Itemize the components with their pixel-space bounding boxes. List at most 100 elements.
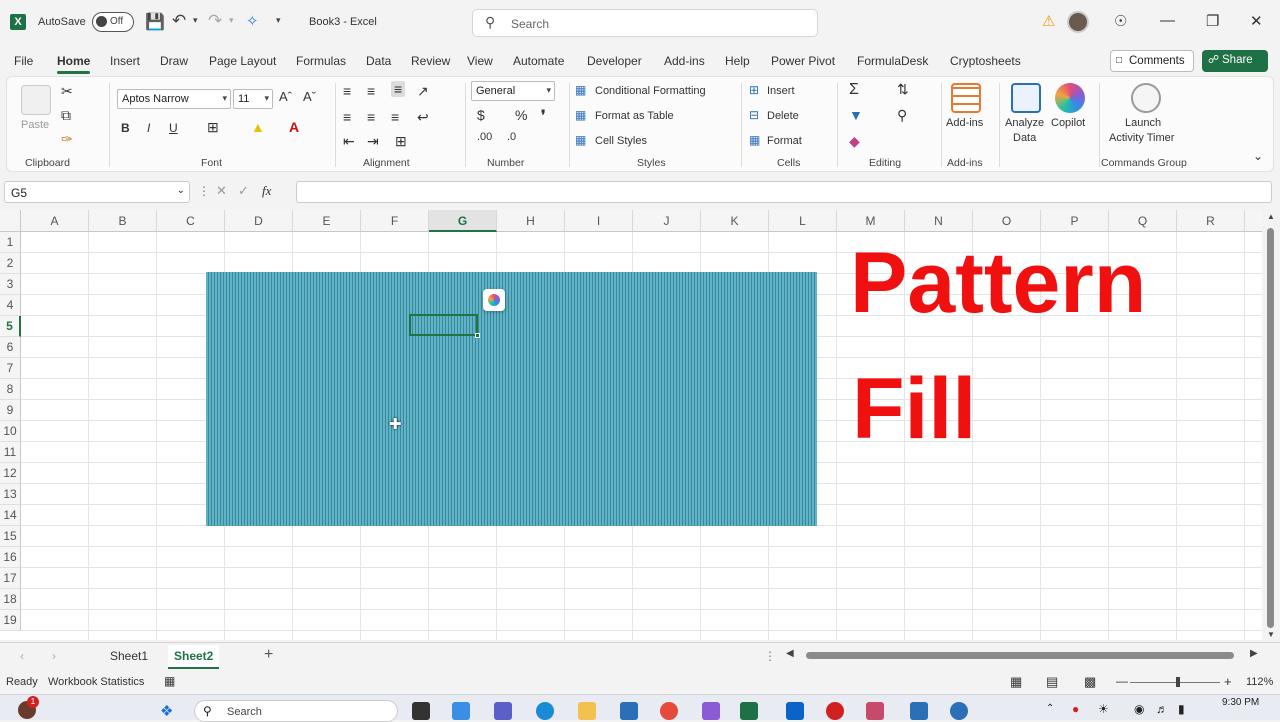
analyze-data-label-2[interactable]: Data — [1013, 132, 1036, 144]
page-break-view-icon[interactable]: ▩ — [1084, 674, 1096, 690]
format-as-table-icon[interactable]: ▦ — [575, 108, 586, 122]
column-header-d[interactable]: D — [225, 210, 293, 232]
chevron-up-icon[interactable]: ⌃ — [1046, 703, 1054, 714]
copilot-icon[interactable] — [1055, 83, 1085, 113]
minimize-button[interactable]: — — [1160, 12, 1175, 29]
paste-icon[interactable] — [21, 85, 51, 115]
tab-formuladesk[interactable]: FormulaDesk — [857, 54, 928, 68]
teams-classic-icon[interactable] — [866, 702, 884, 720]
zoom-out-icon[interactable]: — — [1116, 674, 1128, 688]
tab-insert[interactable]: Insert — [110, 54, 140, 68]
page-layout-view-icon[interactable]: ▤ — [1046, 674, 1058, 690]
copilot-floating-button[interactable] — [483, 289, 505, 311]
format-as-table-button[interactable]: Format as Table — [595, 110, 674, 122]
copilot-taskbar-icon[interactable] — [702, 702, 720, 720]
decrease-indent-icon[interactable]: ⇤ — [343, 133, 355, 150]
row-header-8[interactable]: 8 — [0, 379, 21, 400]
tab-draw[interactable]: Draw — [160, 54, 188, 68]
scroll-up-icon[interactable]: ▲ — [1267, 212, 1275, 221]
font-size-combo[interactable]: 11 ▾ — [233, 89, 273, 109]
file-explorer-icon[interactable] — [578, 702, 596, 720]
collapse-ribbon-icon[interactable]: ⌄ — [1253, 149, 1263, 163]
align-middle-icon[interactable]: ≡ — [367, 83, 375, 99]
restore-button[interactable]: ❐ — [1206, 12, 1219, 30]
column-header-g[interactable]: G — [429, 210, 497, 232]
autosum-icon[interactable]: Σ — [849, 81, 859, 99]
font-name-combo[interactable]: Aptos Narrow ▾ — [117, 89, 231, 109]
outlook-icon[interactable] — [786, 702, 804, 720]
row-header-5[interactable]: 5 — [0, 316, 21, 337]
format-cells-button[interactable]: Format — [767, 135, 802, 147]
bold-icon[interactable]: B — [121, 121, 130, 135]
align-bottom-icon[interactable]: ≡ — [391, 81, 406, 97]
conditional-formatting-button[interactable]: Conditional Formatting — [595, 85, 706, 97]
column-header-a[interactable]: A — [21, 210, 89, 232]
row-header-7[interactable]: 7 — [0, 358, 21, 379]
underline-icon[interactable]: U — [169, 121, 178, 135]
workbook-statistics[interactable]: Workbook Statistics — [48, 676, 144, 688]
activity-timer-label[interactable]: Activity Timer — [1109, 132, 1174, 144]
task-view-icon[interactable] — [412, 702, 430, 720]
scroll-left-icon[interactable]: ◀ — [786, 648, 794, 659]
decrease-decimal-icon[interactable]: .0 — [507, 131, 516, 143]
row-header-19[interactable]: 19 — [0, 610, 21, 631]
tab-power-pivot[interactable]: Power Pivot — [771, 54, 835, 68]
row-header-6[interactable]: 6 — [0, 337, 21, 358]
align-top-icon[interactable]: ≡ — [343, 83, 351, 99]
column-header-b[interactable]: B — [89, 210, 157, 232]
increase-font-icon[interactable]: Aˆ — [279, 89, 292, 104]
avatar[interactable] — [1067, 11, 1089, 33]
row-header-3[interactable]: 3 — [0, 274, 21, 295]
battery-icon[interactable]: ▮ — [1178, 702, 1185, 716]
zoom-level[interactable]: 112% — [1246, 676, 1273, 688]
zoom-slider[interactable] — [1130, 682, 1220, 683]
undo-dropdown-icon[interactable]: ▾ — [193, 15, 198, 26]
add-sheet-icon[interactable]: + — [264, 646, 273, 664]
fill-color-icon[interactable]: ▲ — [251, 119, 265, 135]
zoom-in-icon[interactable]: + — [1224, 674, 1232, 689]
insert-cells-button[interactable]: Insert — [767, 85, 795, 97]
column-header-q[interactable]: Q — [1109, 210, 1177, 232]
lightbulb-icon[interactable]: ☉ — [1114, 12, 1127, 30]
pattern-filled-range[interactable] — [206, 272, 817, 526]
activity-timer-icon[interactable] — [1131, 83, 1161, 113]
tray-icon[interactable]: ☀ — [1098, 702, 1109, 716]
tab-review[interactable]: Review — [411, 54, 450, 68]
close-button[interactable]: ✕ — [1250, 12, 1263, 30]
row-header-11[interactable]: 11 — [0, 442, 21, 463]
enter-icon[interactable]: ✓ — [238, 183, 249, 199]
merge-center-icon[interactable]: ⊞ — [395, 133, 407, 150]
borders-icon[interactable]: ⊞ — [207, 119, 219, 136]
edge-icon[interactable] — [536, 702, 554, 720]
column-header-k[interactable]: K — [701, 210, 769, 232]
undo-icon[interactable]: ↶ — [172, 11, 186, 31]
clear-icon[interactable]: ◆ — [849, 133, 860, 150]
comments-button[interactable]: □ Comments — [1110, 50, 1194, 72]
next-sheet-icon[interactable]: › — [52, 649, 56, 663]
copilot-button[interactable]: Copilot — [1051, 117, 1085, 129]
tab-help[interactable]: Help — [725, 54, 750, 68]
volume-icon[interactable]: ♬ — [1156, 702, 1168, 716]
row-header-9[interactable]: 9 — [0, 400, 21, 421]
sheet-tab-sheet1[interactable]: Sheet1 — [110, 649, 148, 663]
tab-data[interactable]: Data — [366, 54, 391, 68]
wifi-icon[interactable]: ◉ — [1134, 702, 1144, 716]
column-header-i[interactable]: I — [565, 210, 633, 232]
italic-icon[interactable]: I — [147, 121, 150, 135]
orientation-icon[interactable]: ↗ — [417, 83, 429, 100]
share-button[interactable]: ☍ Share — [1202, 50, 1268, 72]
column-header-p[interactable]: P — [1041, 210, 1109, 232]
active-cell[interactable] — [409, 314, 480, 338]
vertical-scrollbar[interactable]: ▲ ▼ — [1262, 210, 1280, 640]
align-left-icon[interactable]: ≡ — [343, 109, 351, 125]
insert-function-icon[interactable]: fx — [262, 183, 271, 199]
delete-cells-button[interactable]: Delete — [767, 110, 799, 122]
search-box[interactable]: ⚲ Search — [472, 9, 818, 37]
copilot-app-icon[interactable] — [452, 702, 470, 720]
tab-page-layout[interactable]: Page Layout — [209, 54, 276, 68]
row-header-10[interactable]: 10 — [0, 421, 21, 442]
customize-qat-icon[interactable]: ▾ — [276, 15, 281, 26]
row-header-18[interactable]: 18 — [0, 589, 21, 610]
add-ins-button[interactable]: Add-ins — [946, 117, 983, 129]
currency-icon[interactable]: $ — [477, 107, 485, 123]
